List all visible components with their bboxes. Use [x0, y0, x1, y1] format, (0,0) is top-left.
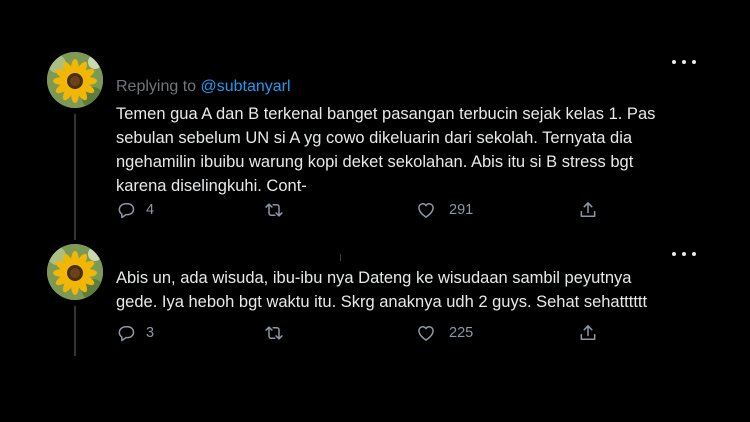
tweet-text: Abis un, ada wisuda, ibu-ibu nya Dateng … [116, 269, 648, 311]
reply-button[interactable]: 3 [116, 321, 154, 345]
share-icon [580, 325, 596, 340]
like-button[interactable]: 225 [416, 321, 473, 345]
tweet-actions: 3 225 [116, 321, 616, 345]
avatar[interactable] [47, 244, 103, 300]
tweet-2[interactable]: Abis un, ada wisuda, ibu-ibu nya Dateng … [0, 0, 750, 422]
more-options-icon[interactable] [672, 249, 696, 259]
retweet-button[interactable] [264, 321, 294, 345]
sunflower-avatar-image [47, 244, 103, 300]
reply-count: 3 [146, 325, 155, 341]
heart-icon [418, 326, 434, 341]
like-count: 225 [449, 325, 474, 341]
reply-icon [118, 326, 135, 342]
thread-line [74, 306, 76, 356]
retweet-icon [265, 326, 283, 340]
share-button[interactable] [578, 321, 598, 345]
